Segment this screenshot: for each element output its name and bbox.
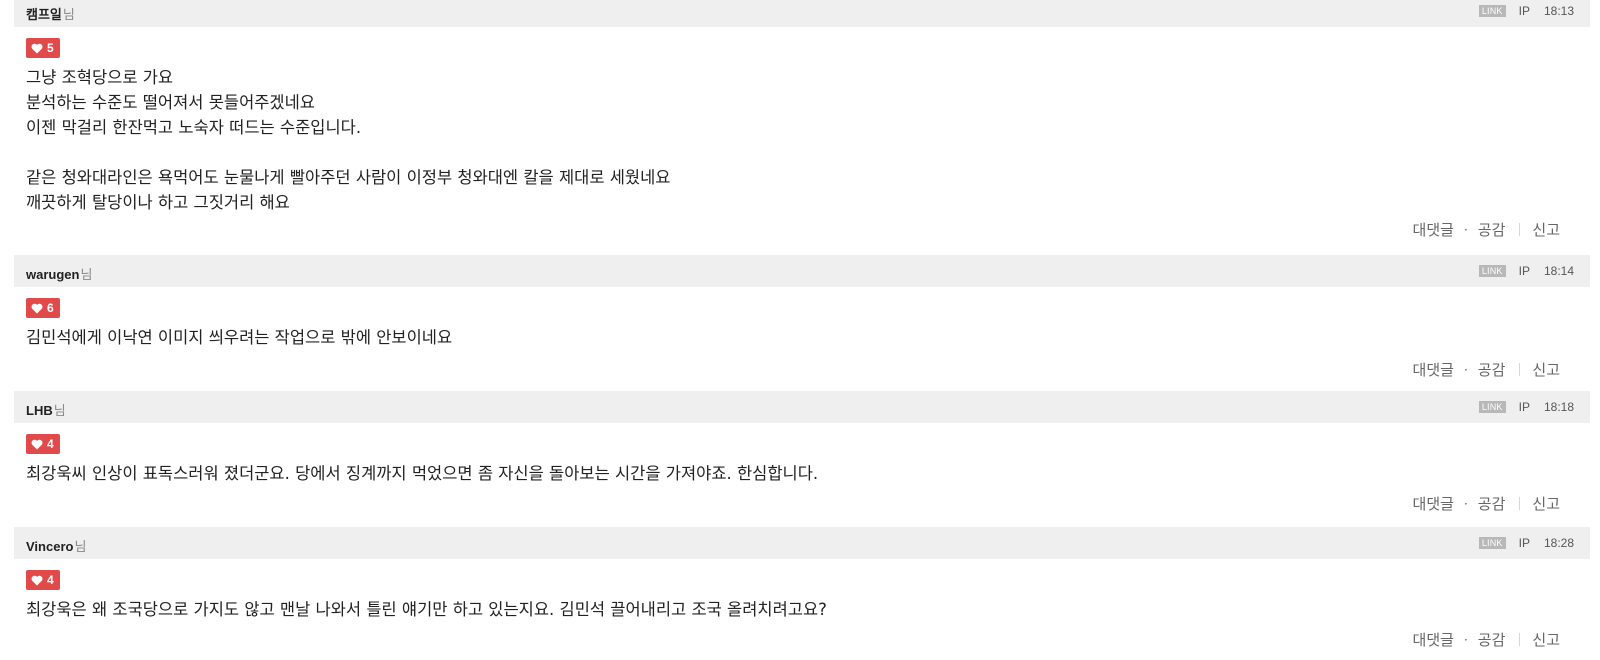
comment-meta: LINK IP 18:18 xyxy=(1478,400,1574,414)
like-count: 5 xyxy=(47,41,54,55)
heart-icon xyxy=(31,439,43,449)
comment-item: Vincero님 LINK IP 18:28 4 최강욱은 왜 조국당으로 가지… xyxy=(14,527,1590,660)
comment-line: 같은 청와대라인은 욕먹어도 눈물나게 빨아주던 사람이 이정부 청와대엔 칼을… xyxy=(26,168,671,187)
link-badge[interactable]: LINK xyxy=(1478,5,1506,17)
comment-item: LHB님 LINK IP 18:18 4 최강욱씨 인상이 표독스러워 졌더군요… xyxy=(14,391,1590,521)
action-dot: · xyxy=(1463,362,1468,377)
comment-body: 최강욱은 왜 조국당으로 가지도 않고 맨날 나와서 틀린 얘기만 하고 있는지… xyxy=(26,597,827,622)
comment-time: 18:28 xyxy=(1543,536,1574,550)
reply-button[interactable]: 대댓글 xyxy=(1413,493,1454,514)
ip-label: IP xyxy=(1518,264,1530,278)
action-dot: · xyxy=(1463,632,1468,647)
heart-icon xyxy=(31,303,43,313)
comment-list: 캠프일님 LINK IP 18:13 5 그냥 조혁당으로 가요 분석하는 수준… xyxy=(0,0,1600,660)
author-honorific: 님 xyxy=(80,267,93,282)
comment-line: 김민석에게 이낙연 이미지 씌우려는 작업으로 밖에 안보이네요 xyxy=(26,328,453,347)
comment-actions: 대댓글 · 공감 신고 xyxy=(1413,219,1560,240)
author-wrap: Vincero님 xyxy=(26,536,86,555)
author-honorific: 님 xyxy=(53,403,66,418)
action-divider xyxy=(1519,497,1521,510)
ip-label: IP xyxy=(1518,400,1530,414)
heart-icon xyxy=(31,43,43,53)
action-divider xyxy=(1519,633,1521,646)
like-count: 4 xyxy=(47,437,54,451)
comment-item: 캠프일님 LINK IP 18:13 5 그냥 조혁당으로 가요 분석하는 수준… xyxy=(14,0,1590,250)
author-wrap: warugen님 xyxy=(26,264,92,283)
reply-button[interactable]: 대댓글 xyxy=(1413,629,1454,650)
author-name[interactable]: 캠프일 xyxy=(26,7,62,22)
heart-icon xyxy=(31,575,43,585)
action-dot: · xyxy=(1463,496,1468,511)
report-button[interactable]: 신고 xyxy=(1532,359,1560,380)
report-button[interactable]: 신고 xyxy=(1532,219,1560,240)
comment-item: warugen님 LINK IP 18:14 6 김민석에게 이낙연 이미지 씌… xyxy=(14,255,1590,385)
author-name[interactable]: LHB xyxy=(26,403,53,418)
comment-actions: 대댓글 · 공감 신고 xyxy=(1413,493,1560,514)
report-button[interactable]: 신고 xyxy=(1532,629,1560,650)
like-button[interactable]: 공감 xyxy=(1478,629,1506,650)
comment-actions: 대댓글 · 공감 신고 xyxy=(1413,359,1560,380)
comment-time: 18:14 xyxy=(1543,264,1574,278)
action-divider xyxy=(1519,363,1521,376)
like-count: 6 xyxy=(47,301,54,315)
report-button[interactable]: 신고 xyxy=(1532,493,1560,514)
comment-line: 이젠 막걸리 한잔먹고 노숙자 떠드는 수준입니다. xyxy=(26,118,362,137)
comment-line: 그냥 조혁당으로 가요 xyxy=(26,68,174,87)
author-name[interactable]: warugen xyxy=(26,267,79,282)
like-button[interactable]: 공감 xyxy=(1478,493,1506,514)
comment-line: 분석하는 수준도 떨어져서 못들어주겠네요 xyxy=(26,93,315,112)
author-honorific: 님 xyxy=(62,7,75,22)
like-count-badge: 6 xyxy=(26,298,60,318)
comment-actions: 대댓글 · 공감 신고 xyxy=(1413,629,1560,650)
link-badge[interactable]: LINK xyxy=(1478,265,1506,277)
like-count-badge: 4 xyxy=(26,434,60,454)
comment-line xyxy=(26,140,670,165)
like-count: 4 xyxy=(47,573,54,587)
comment-meta: LINK IP 18:13 xyxy=(1478,4,1574,18)
like-count-badge: 4 xyxy=(26,570,60,590)
action-divider xyxy=(1519,223,1521,236)
action-dot: · xyxy=(1463,222,1468,237)
comment-header: 캠프일님 LINK IP 18:13 xyxy=(14,0,1590,27)
like-count-badge: 5 xyxy=(26,38,60,58)
like-button[interactable]: 공감 xyxy=(1478,219,1506,240)
comment-body: 그냥 조혁당으로 가요 분석하는 수준도 떨어져서 못들어주겠네요 이젠 막걸리… xyxy=(26,65,670,215)
reply-button[interactable]: 대댓글 xyxy=(1413,219,1454,240)
comment-body: 최강욱씨 인상이 표독스러워 졌더군요. 당에서 징계까지 먹었으면 좀 자신을… xyxy=(26,461,818,486)
like-button[interactable]: 공감 xyxy=(1478,359,1506,380)
ip-label: IP xyxy=(1518,536,1530,550)
comment-header: warugen님 LINK IP 18:14 xyxy=(14,255,1590,287)
author-wrap: LHB님 xyxy=(26,400,66,419)
comment-header: LHB님 LINK IP 18:18 xyxy=(14,391,1590,423)
author-name[interactable]: Vincero xyxy=(26,539,73,554)
comment-line: 최강욱씨 인상이 표독스러워 졌더군요. 당에서 징계까지 먹었으면 좀 자신을… xyxy=(26,464,819,483)
comment-time: 18:18 xyxy=(1543,400,1574,414)
link-badge[interactable]: LINK xyxy=(1478,401,1506,413)
comment-body: 김민석에게 이낙연 이미지 씌우려는 작업으로 밖에 안보이네요 xyxy=(26,325,452,350)
reply-button[interactable]: 대댓글 xyxy=(1413,359,1454,380)
comment-line: 깨끗하게 탈당이나 하고 그짓거리 해요 xyxy=(26,193,290,212)
ip-label: IP xyxy=(1518,4,1530,18)
comment-meta: LINK IP 18:28 xyxy=(1478,536,1574,550)
comment-meta: LINK IP 18:14 xyxy=(1478,264,1574,278)
author-honorific: 님 xyxy=(74,539,87,554)
comment-header: Vincero님 LINK IP 18:28 xyxy=(14,527,1590,559)
link-badge[interactable]: LINK xyxy=(1478,537,1506,549)
author-wrap: 캠프일님 xyxy=(26,4,75,23)
comment-line: 최강욱은 왜 조국당으로 가지도 않고 맨날 나와서 틀린 얘기만 하고 있는지… xyxy=(26,600,827,619)
comment-time: 18:13 xyxy=(1543,4,1574,18)
